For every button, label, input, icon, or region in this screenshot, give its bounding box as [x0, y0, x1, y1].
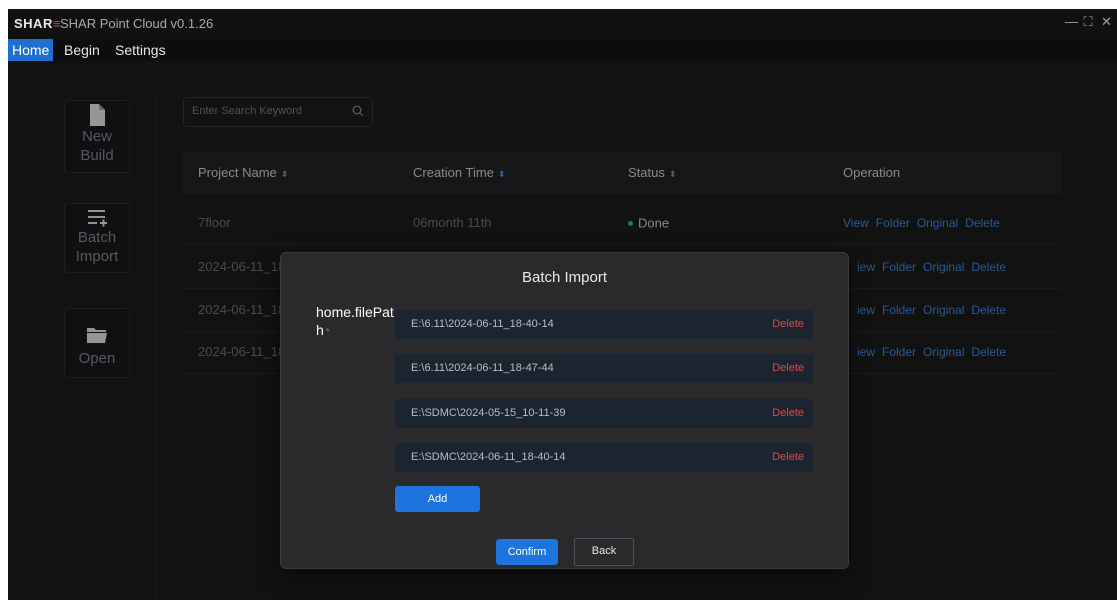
menu-bar: Home Begin Settings — [8, 39, 1117, 61]
path-value: E:\6.11\2024-06-11_18-40-14 — [411, 318, 554, 330]
required-mark: * — [325, 327, 330, 338]
confirm-button[interactable]: Confirm — [496, 539, 558, 565]
delete-path-button[interactable]: Delete — [772, 443, 804, 472]
back-button[interactable]: Back — [574, 538, 634, 566]
app-logo: SHAR≡ — [14, 16, 61, 31]
path-item: E:\6.11\2024-06-11_18-40-14 Delete — [395, 310, 813, 339]
batch-import-dialog: Batch Import home.filePath * E:\6.11\2024… — [280, 252, 849, 569]
path-value: E:\SDMC\2024-05-15_10-11-39 — [411, 407, 566, 419]
add-path-button[interactable]: Add — [395, 486, 480, 512]
maximize-icon[interactable]: ⛶ — [1083, 14, 1093, 30]
delete-path-button[interactable]: Delete — [772, 310, 804, 339]
path-value: E:\6.11\2024-06-11_18-47-44 — [411, 362, 554, 374]
title-bar: SHAR≡ SHAR Point Cloud v0.1.26 — ⛶ ✕ — [8, 9, 1117, 39]
delete-path-button[interactable]: Delete — [772, 354, 804, 383]
app-window: SHAR≡ SHAR Point Cloud v0.1.26 — ⛶ ✕ Hom… — [8, 9, 1117, 600]
delete-path-button[interactable]: Delete — [772, 399, 804, 428]
file-path-label: home.filePath * — [316, 304, 394, 338]
dialog-title: Batch Import — [521, 269, 608, 286]
menu-home[interactable]: Home — [8, 39, 54, 61]
path-item: E:\SDMC\2024-05-15_10-11-39 Delete — [395, 399, 813, 428]
menu-begin[interactable]: Begin — [60, 39, 104, 61]
path-item: E:\6.11\2024-06-11_18-47-44 Delete — [395, 354, 813, 383]
window-controls: — ⛶ ✕ — [1065, 14, 1112, 30]
path-item: E:\SDMC\2024-06-11_18-40-14 Delete — [395, 443, 813, 472]
app-title: SHAR Point Cloud v0.1.26 — [60, 16, 214, 31]
path-value: E:\SDMC\2024-06-11_18-40-14 — [411, 451, 566, 463]
close-icon[interactable]: ✕ — [1101, 14, 1112, 30]
minimize-icon[interactable]: — — [1065, 14, 1078, 30]
menu-settings[interactable]: Settings — [111, 39, 170, 61]
